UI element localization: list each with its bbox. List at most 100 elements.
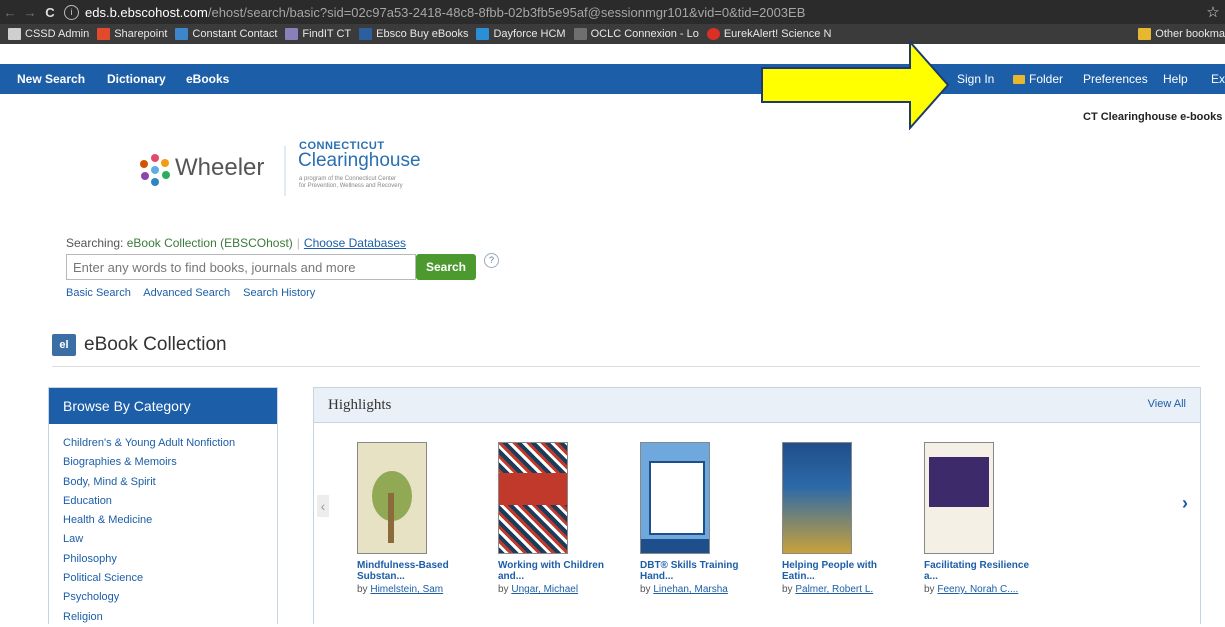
book-author-link[interactable]: Linehan, Marsha: [653, 584, 728, 595]
exit-link[interactable]: Ex: [1211, 72, 1225, 86]
folder-label: Folder: [1029, 72, 1064, 86]
chevron-right-icon[interactable]: ›: [1182, 493, 1188, 514]
bookmark-star-icon[interactable]: ☆: [1201, 3, 1225, 21]
forward-arrow-icon[interactable]: →: [20, 5, 40, 20]
logo-clearinghouse-text: Clearinghouse: [298, 150, 421, 171]
category-link[interactable]: Education: [63, 492, 277, 511]
book-author-link[interactable]: Ungar, Michael: [511, 584, 578, 595]
searching-label: Searching:: [66, 236, 124, 250]
ebooks-link[interactable]: eBooks: [186, 72, 229, 86]
collection-heading: el eBook Collection: [52, 334, 227, 356]
basic-search-link[interactable]: Basic Search: [66, 287, 131, 299]
logo-tagline-1: a program of the Connecticut Center: [299, 176, 397, 182]
search-history-link[interactable]: Search History: [243, 287, 315, 299]
bookmark-cssd-admin[interactable]: CSSD Admin: [8, 28, 89, 40]
collection-title: eBook Collection: [84, 334, 227, 355]
new-search-link[interactable]: New Search: [17, 72, 85, 86]
category-list: Children's & Young Adult Nonfiction Biog…: [49, 424, 277, 627]
bookmark-label: FindIT CT: [302, 28, 352, 40]
search-input[interactable]: [66, 254, 416, 280]
bookmark-label: OCLC Connexion - Lo: [590, 28, 699, 40]
preferences-link[interactable]: Preferences: [1083, 72, 1148, 86]
bookmark-constant-contact[interactable]: Constant Contact: [175, 28, 277, 40]
category-link[interactable]: Children's & Young Adult Nonfiction: [63, 434, 277, 453]
book-author-line: by Himelstein, Sam: [357, 584, 444, 595]
category-link[interactable]: Body, Mind & Spirit: [63, 473, 277, 492]
book-title: Facilitating Resilience: [924, 560, 1030, 571]
book-author-link[interactable]: Himelstein, Sam: [370, 584, 443, 595]
help-question-icon[interactable]: ?: [484, 253, 499, 268]
bookmark-findit-ct[interactable]: FindIT CT: [285, 28, 351, 40]
bookmark-ebsco-buy-ebooks[interactable]: Ebsco Buy eBooks: [359, 28, 468, 40]
category-link[interactable]: Religion: [63, 608, 277, 627]
url-field[interactable]: i eds.b.ebscohost.com/ehost/search/basic…: [64, 4, 1201, 20]
bookmark-label: Sharepoint: [114, 28, 168, 40]
back-arrow-icon[interactable]: ←: [0, 5, 20, 20]
wheeler-logo: Wheeler CONNECTICUT Clearinghouse a prog…: [135, 140, 435, 202]
book-title: Working with Children: [498, 560, 604, 571]
bookmark-label: Other bookma: [1155, 28, 1225, 40]
book-cover[interactable]: [782, 442, 852, 554]
page-icon: [8, 28, 21, 40]
category-link[interactable]: Philosophy: [63, 550, 277, 569]
category-link[interactable]: Law: [63, 530, 277, 549]
searching-collection: eBook Collection (EBSCOhost): [126, 236, 293, 250]
sharepoint-icon: [97, 28, 111, 40]
bookmarks-bar: CSSD Admin Sharepoint Constant Contact F…: [0, 24, 1225, 44]
search-button[interactable]: Search: [416, 254, 476, 280]
sign-in-link[interactable]: Sign In: [957, 72, 994, 86]
view-all-link[interactable]: View All: [1148, 398, 1186, 410]
book-title: Mindfulness-Based: [357, 560, 449, 571]
bookmark-eurekalert[interactable]: EurekAlert! Science N: [706, 28, 832, 40]
book-author-line: by Palmer, Robert L.: [782, 584, 874, 595]
help-link[interactable]: Help: [1163, 72, 1188, 86]
browse-by-category-panel: Browse By Category Children's & Young Ad…: [48, 387, 278, 624]
book-item: Mindfulness-Based Substan... by Himelstei…: [357, 442, 507, 595]
category-link[interactable]: Political Science: [63, 569, 277, 588]
reload-icon[interactable]: C: [40, 5, 60, 20]
book-title-cont: a...: [924, 571, 938, 582]
book-author-line: by Ungar, Michael: [498, 584, 579, 595]
book-title-cont: and...: [498, 571, 525, 582]
highlights-title: Highlights: [328, 397, 392, 413]
bookmark-label: EurekAlert! Science N: [723, 28, 832, 40]
book-item: Helping People with Eatin... by Palmer, R…: [782, 442, 932, 595]
logo-tagline-2: for Prevention, Wellness and Recovery: [299, 183, 403, 189]
oclc-icon: [573, 28, 587, 40]
book-author-line: by Linehan, Marsha: [640, 584, 728, 595]
book-author-line: by Feeny, Norah C....: [924, 584, 1019, 595]
dayforce-icon: [476, 28, 490, 40]
divider: [52, 366, 1200, 367]
search-sublinks: Basic Search Advanced Search Search Hist…: [66, 287, 325, 299]
chevron-left-icon[interactable]: ‹: [317, 495, 329, 517]
category-link[interactable]: Biographies & Memoirs: [63, 453, 277, 472]
bookmark-label: Dayforce HCM: [493, 28, 566, 40]
category-link[interactable]: Psychology: [63, 588, 277, 607]
bookmark-dayforce-hcm[interactable]: Dayforce HCM: [476, 28, 566, 40]
book-author-link[interactable]: Feeny, Norah C....: [937, 584, 1018, 595]
url-host: eds.b.ebscohost.com: [85, 4, 208, 20]
book-cover[interactable]: [924, 442, 994, 554]
folder-icon: [1138, 28, 1152, 40]
choose-databases-link[interactable]: Choose Databases: [304, 236, 406, 250]
bookmark-other[interactable]: Other bookma: [1138, 28, 1225, 40]
advanced-search-link[interactable]: Advanced Search: [143, 287, 230, 299]
book-cover[interactable]: [357, 442, 427, 554]
bookmark-sharepoint[interactable]: Sharepoint: [97, 28, 167, 40]
url-path: /ehost/search/basic?sid=02c97a53-2418-48…: [207, 4, 806, 20]
book-cover[interactable]: [640, 442, 710, 554]
book-item: Facilitating Resilience a... by Feeny, No…: [924, 442, 1074, 595]
book-cover[interactable]: [498, 442, 568, 554]
book-item: DBT® Skills Training Hand... by Linehan, …: [640, 442, 790, 595]
bookmark-oclc-connexion[interactable]: OCLC Connexion - Lo: [573, 28, 699, 40]
info-icon[interactable]: i: [64, 4, 79, 20]
browser-address-bar: ← → C i eds.b.ebscohost.com/ehost/search…: [0, 0, 1225, 24]
folder-icon: [1013, 75, 1025, 84]
book-title-cont: Substan...: [357, 571, 405, 582]
book-item: Working with Children and... by Ungar, Mi…: [498, 442, 648, 595]
folder-link[interactable]: Folder: [1013, 72, 1063, 86]
category-link[interactable]: Health & Medicine: [63, 511, 277, 530]
book-title: Helping People with: [782, 560, 878, 571]
dictionary-link[interactable]: Dictionary: [107, 72, 166, 86]
book-author-link[interactable]: Palmer, Robert L.: [795, 584, 873, 595]
